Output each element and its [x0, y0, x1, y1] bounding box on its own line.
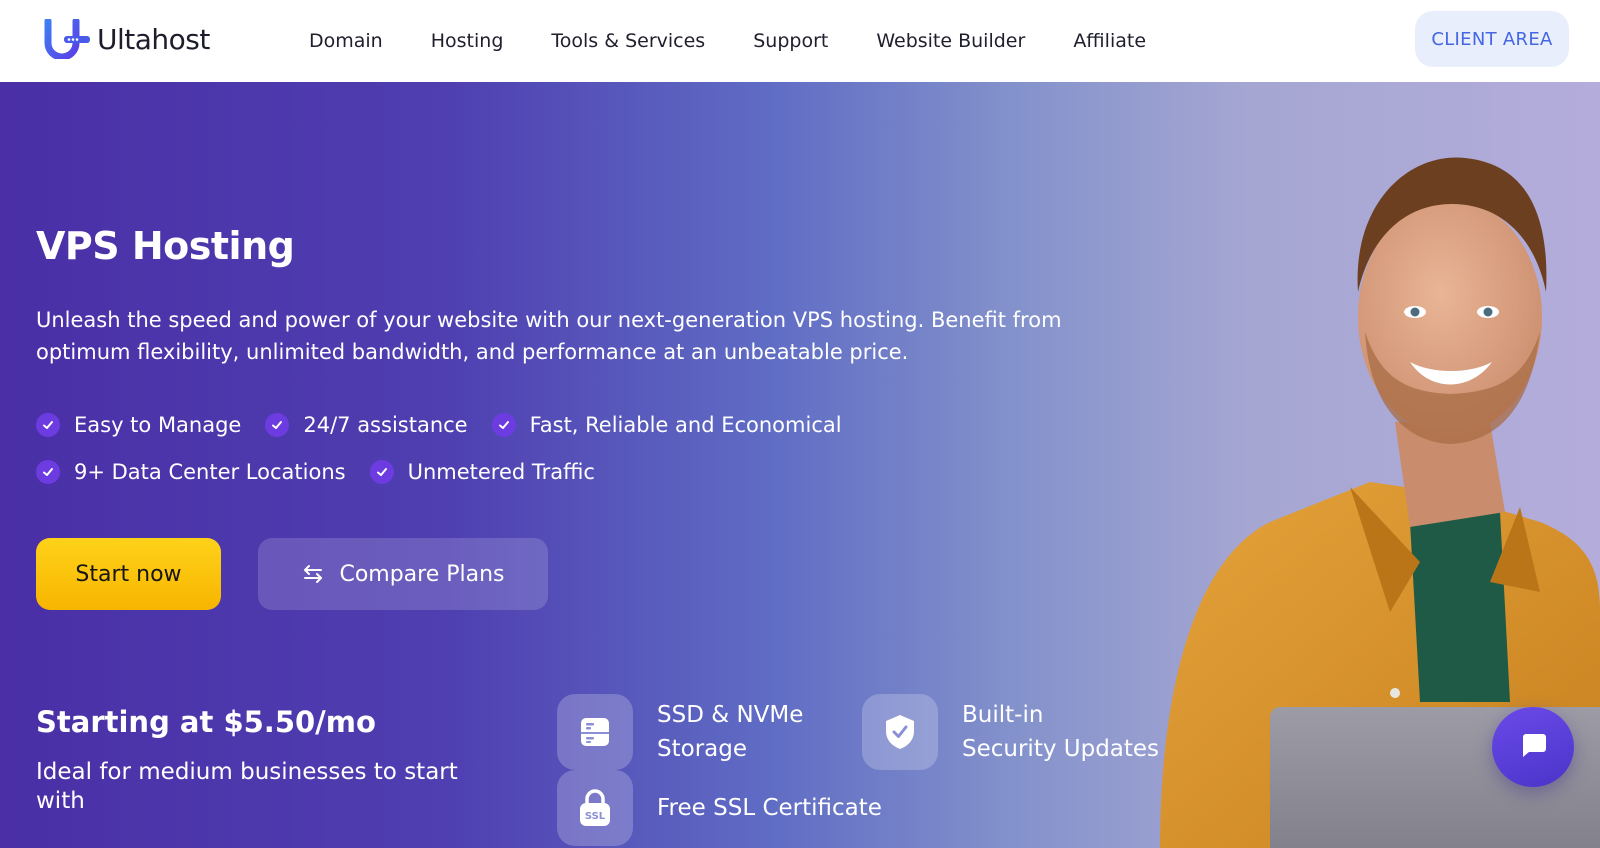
start-now-button[interactable]: Start now	[36, 538, 221, 610]
hero-description: Unleash the speed and power of your webs…	[36, 308, 1062, 364]
compare-plans-label: Compare Plans	[339, 561, 505, 587]
page-title: VPS Hosting	[36, 224, 295, 268]
feature-label: 9+ Data Center Locations	[74, 460, 346, 484]
price-title: Starting at $5.50/mo	[36, 705, 376, 739]
shield-check-icon	[862, 694, 938, 770]
nav-hosting[interactable]: Hosting	[431, 30, 504, 52]
hero-section: VPS Hosting Unleash the speed and power …	[0, 82, 1600, 848]
perk-label-line: Security Updates	[962, 736, 1160, 762]
check-icon	[36, 460, 60, 484]
svg-text:SSL: SSL	[585, 811, 606, 822]
perk-label: Free SSL Certificate	[657, 795, 882, 821]
compare-plans-button[interactable]: Compare Plans	[258, 538, 548, 610]
nav-affiliate[interactable]: Affiliate	[1073, 30, 1146, 52]
feature-label: 24/7 assistance	[303, 413, 468, 437]
server-icon	[557, 694, 633, 770]
nav-support[interactable]: Support	[753, 30, 828, 52]
feature-item: Fast, Reliable and Economical	[491, 413, 842, 437]
client-area-button[interactable]: CLIENT AREA	[1415, 11, 1569, 67]
chat-icon	[1518, 730, 1548, 764]
feature-item: Easy to Manage	[36, 413, 241, 437]
feature-label: Unmetered Traffic	[407, 460, 595, 484]
site-header: Ultahost Domain Hosting Tools & Services…	[0, 0, 1600, 82]
perk-storage: SSD & NVMe Storage	[557, 694, 803, 770]
perk-security: Built-in Security Updates	[862, 694, 1159, 770]
logo[interactable]: Ultahost	[44, 17, 210, 61]
ssl-lock-icon: SSL	[557, 770, 633, 846]
feature-item: 24/7 assistance	[265, 413, 468, 437]
feature-label: Easy to Manage	[74, 413, 242, 437]
chat-button[interactable]	[1492, 707, 1574, 787]
swap-arrows-icon	[301, 562, 325, 586]
perk-label-line: SSD & NVMe	[657, 702, 804, 728]
main-nav: Domain Hosting Tools & Services Support …	[309, 0, 1194, 82]
check-icon	[36, 413, 60, 437]
perk-label: SSD & NVMe Storage	[657, 698, 803, 766]
logo-text: Ultahost	[97, 22, 210, 56]
logo-mark-icon	[44, 17, 96, 61]
check-icon	[369, 460, 394, 484]
feature-item: Unmetered Traffic	[369, 460, 595, 484]
price-subtitle: Ideal for medium businesses to start wit…	[36, 759, 458, 814]
perk-label-line: Storage	[657, 736, 747, 762]
check-icon	[265, 413, 290, 437]
nav-website-builder[interactable]: Website Builder	[876, 30, 1025, 52]
nav-domain[interactable]: Domain	[309, 30, 383, 52]
feature-row: 9+ Data Center Locations Unmetered Traff…	[36, 455, 866, 489]
perk-label: Built-in Security Updates	[962, 698, 1159, 766]
perk-ssl: SSL Free SSL Certificate	[557, 770, 882, 846]
feature-item: 9+ Data Center Locations	[36, 460, 346, 484]
feature-list: Easy to Manage 24/7 assistance Fast, Rel…	[36, 408, 866, 502]
feature-label: Fast, Reliable and Economical	[529, 413, 842, 437]
perk-label-line: Built-in	[962, 702, 1044, 728]
feature-row: Easy to Manage 24/7 assistance Fast, Rel…	[36, 408, 866, 442]
nav-tools-services[interactable]: Tools & Services	[551, 30, 705, 52]
check-icon	[491, 413, 516, 437]
